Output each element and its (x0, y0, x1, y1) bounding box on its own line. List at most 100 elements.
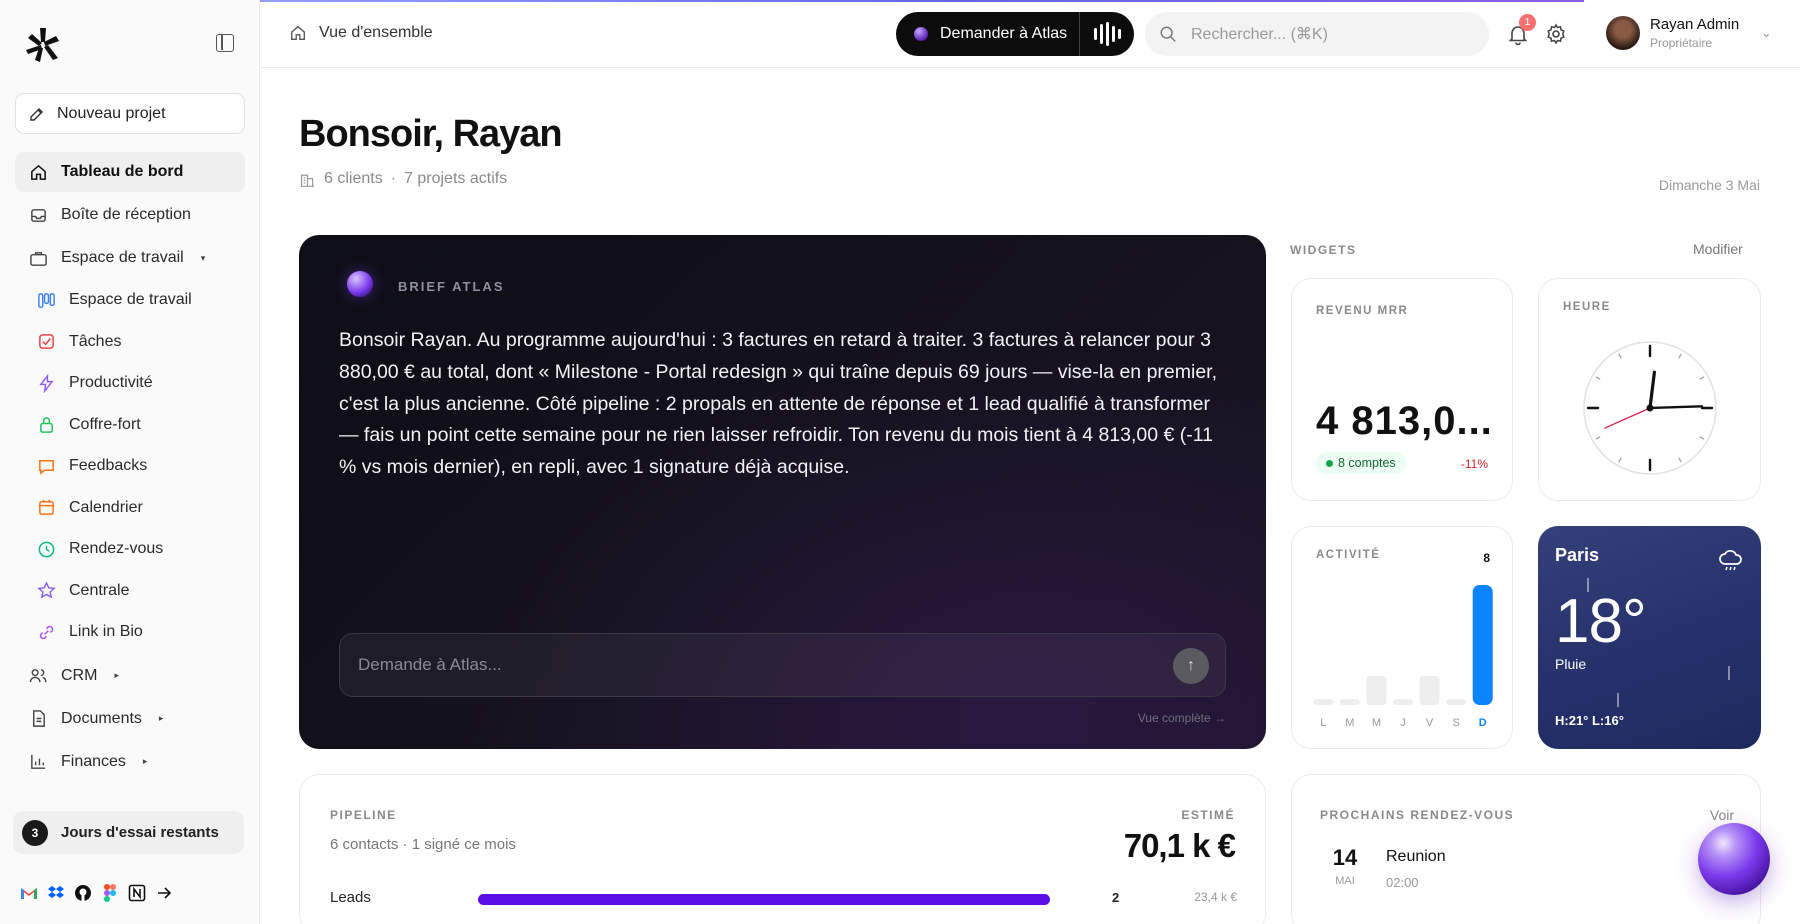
atlas-orb-icon (914, 27, 928, 41)
pipeline-row-name: Leads (330, 889, 371, 906)
voice-wave-icon[interactable] (1094, 22, 1122, 46)
widgets-label: WIDGETS (1290, 243, 1357, 257)
activity-bar (1313, 699, 1334, 705)
home-icon[interactable] (289, 24, 307, 42)
appointment-day: 14 (1332, 845, 1358, 870)
send-arrow-icon[interactable]: ↑ (1173, 648, 1209, 684)
brief-text: Bonsoir Rayan. Au programme aujourd'hui … (339, 329, 1218, 479)
sidebar-item-productivity[interactable]: Productivité (15, 364, 245, 403)
sidebar-item-calendar[interactable]: Calendrier (15, 489, 245, 528)
pipeline-row-amount: 23,4 k € (1194, 890, 1237, 904)
new-project-label: Nouveau projet (57, 104, 166, 122)
search-icon (1160, 26, 1176, 42)
edit-icon (30, 107, 43, 121)
activity-widget[interactable]: ACTIVITÉ 8 L M M J V S D (1291, 526, 1513, 749)
user-menu[interactable]: Rayan Admin Propriétaire ⌄ (1606, 16, 1771, 50)
sidebar-item-inbox[interactable]: Boîte de réception (15, 195, 245, 235)
user-name: Rayan Admin (1650, 16, 1740, 33)
sidebar-toggle-icon[interactable] (216, 34, 234, 52)
atlas-orb-icon (347, 271, 373, 297)
building-icon (300, 174, 315, 187)
sidebar-item-workspace[interactable]: Espace de travail (15, 281, 245, 320)
pipeline-contacts: 6 contacts (330, 836, 399, 853)
ask-atlas-label: Demander à Atlas (940, 25, 1068, 42)
sidebar-item-finances[interactable]: Finances ▸ (15, 742, 245, 782)
caret-right-icon: ▸ (142, 756, 148, 766)
breadcrumb-label: Vue d'ensemble (319, 24, 433, 41)
weather-high-low: H:21° L:16° (1555, 713, 1624, 728)
notion-icon[interactable] (128, 884, 146, 902)
user-role: Propriétaire (1650, 36, 1713, 50)
home-icon (28, 162, 48, 182)
arrow-right-icon[interactable] (155, 884, 173, 902)
activity-day-label: S (1452, 717, 1459, 729)
ask-atlas-button[interactable]: Demander à Atlas (896, 12, 1134, 56)
sidebar-item-link-in-bio[interactable]: Link in Bio (15, 613, 245, 652)
full-view-link[interactable]: Vue complète → (1138, 711, 1226, 725)
gear-icon[interactable] (1544, 22, 1568, 46)
rain-drop (1728, 666, 1730, 680)
sidebar-item-central[interactable]: Centrale (15, 572, 245, 611)
dropbox-icon[interactable] (47, 884, 65, 902)
document-icon (28, 709, 48, 729)
sidebar-item-tasks[interactable]: Tâches (15, 323, 245, 362)
sidebar-item-label: Documents (61, 709, 142, 727)
sidebar-item-label: Rendez-vous (69, 540, 164, 558)
mrr-value: 4 813,0... (1316, 399, 1493, 443)
activity-bar (1446, 699, 1467, 705)
estimate-value: 70,1 k € (1123, 827, 1236, 864)
caret-right-icon: ▸ (114, 670, 119, 680)
weather-widget[interactable]: Paris 18° Pluie H:21° L:16° (1538, 526, 1761, 749)
activity-count: 8 (1483, 551, 1490, 565)
clock-icon (36, 539, 56, 559)
sidebar-item-documents[interactable]: Documents ▸ (15, 699, 245, 739)
figma-icon[interactable] (101, 884, 119, 902)
weather-city: Paris (1555, 545, 1600, 565)
activity-bar (1393, 699, 1413, 705)
atlas-assistant-button[interactable] (1698, 823, 1770, 895)
sidebar-item-appointments[interactable]: Rendez-vous (15, 530, 245, 569)
search-field[interactable]: Rechercher... (⌘K) (1145, 12, 1489, 56)
sidebar-item-dashboard[interactable]: Tableau de bord (15, 152, 245, 192)
edit-widgets-button[interactable]: Modifier (1693, 241, 1743, 257)
ask-atlas-input[interactable]: Demande à Atlas... ↑ (339, 633, 1226, 697)
sidebar-item-label: Finances (61, 752, 126, 770)
page-title: Bonsoir, Rayan (299, 113, 563, 155)
sidebar-item-label: Calendrier (69, 498, 143, 516)
gmail-icon[interactable] (20, 884, 38, 902)
github-icon[interactable] (74, 884, 92, 902)
mrr-widget[interactable]: REVENU MRR 4 813,0... 8 comptes -11% (1291, 278, 1513, 501)
ask-atlas-placeholder: Demande à Atlas... (358, 655, 502, 674)
sidebar-item-label: Tâches (69, 332, 122, 350)
chat-icon (36, 456, 56, 476)
sidebar-item-feedbacks[interactable]: Feedbacks (15, 447, 245, 486)
separator-dot: · (390, 170, 397, 187)
logo[interactable] (20, 24, 64, 64)
sidebar-item-vault[interactable]: Coffre-fort (15, 406, 245, 445)
appointment-time: 02:00 (1386, 875, 1419, 890)
page-subtitle: 6 clients · 7 projets actifs (299, 170, 507, 188)
weather-temperature: 18° (1555, 587, 1647, 656)
pipeline-meta: 6 contacts · 1 signé ce mois (330, 836, 516, 853)
activity-day-label: V (1426, 717, 1434, 729)
see-appointments-link[interactable]: Voir (1710, 807, 1734, 823)
breadcrumb: Vue d'ensemble (289, 24, 433, 42)
sidebar-item-workspace-group[interactable]: Espace de travail ▾ (15, 238, 245, 278)
search-placeholder: Rechercher... (⌘K) (1191, 26, 1328, 43)
activity-label: ACTIVITÉ (1316, 549, 1381, 561)
activity-bar (1472, 585, 1493, 705)
pipeline-row-bar (478, 894, 1050, 905)
users-icon (28, 666, 48, 686)
activity-day-label: M (1372, 717, 1381, 729)
trial-banner[interactable]: 3 Jours d'essai restants (13, 811, 244, 854)
sidebar-item-crm[interactable]: CRM ▸ (15, 656, 245, 696)
top-header: Vue d'ensemble Demander à Atlas Recherch… (261, 2, 1800, 68)
checkbox-icon (36, 332, 56, 352)
trial-days-count: 3 (22, 819, 48, 846)
pipeline-card: PIPELINE 6 contacts · 1 signé ce mois ES… (299, 774, 1266, 924)
pipeline-row[interactable]: Leads 2 23,4 k € (330, 889, 1237, 909)
cloud-rain-icon (1719, 550, 1742, 571)
new-project-button[interactable]: Nouveau projet (15, 93, 245, 134)
clock-widget[interactable]: HEURE (1538, 278, 1761, 501)
sidebar: Nouveau projet Tableau de bord Boîte de … (0, 0, 260, 924)
